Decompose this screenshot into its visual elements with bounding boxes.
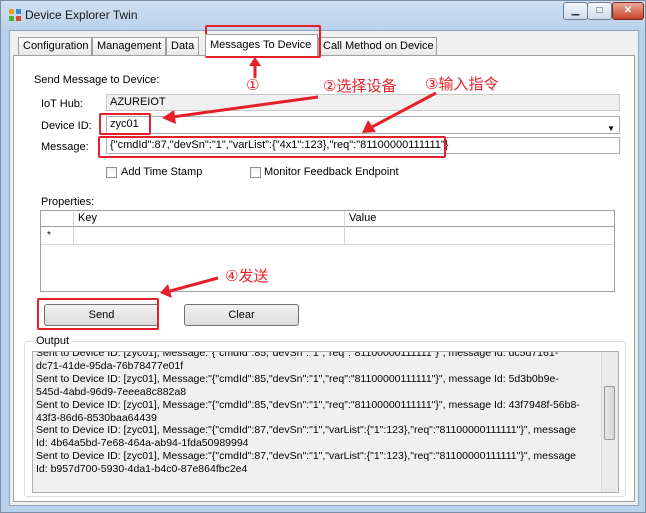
message-input[interactable]: {"cmdId":87,"devSn":"1","varList":{"4x1"… <box>106 137 620 154</box>
add-timestamp-checkbox[interactable] <box>106 167 117 178</box>
properties-grid[interactable]: Key Value * <box>40 210 615 292</box>
output-line: Sent to Device ID: [zyc01], Message:"{"c… <box>36 450 577 463</box>
iot-hub-label: IoT Hub: <box>41 98 83 110</box>
minimize-button[interactable]: ▁ <box>563 2 588 20</box>
scrollbar-thumb[interactable] <box>604 386 615 440</box>
new-row-marker: * <box>41 227 74 245</box>
tab-data[interactable]: Data <box>166 37 199 55</box>
tab-configuration[interactable]: Configuration <box>18 37 92 55</box>
output-log[interactable]: Sent to Device ID: [zyc01], Message:"{"c… <box>32 351 619 493</box>
clear-button[interactable]: Clear <box>184 304 299 326</box>
new-row-key-cell[interactable] <box>74 227 345 245</box>
column-header-value[interactable]: Value <box>345 211 614 227</box>
output-line: Sent to Device ID: [zyc01], Message:"{"c… <box>36 351 559 359</box>
close-button[interactable]: ✕ <box>612 2 644 20</box>
message-label: Message: <box>41 141 89 153</box>
device-id-label: Device ID: <box>41 120 92 132</box>
chevron-down-icon[interactable]: ▼ <box>607 121 615 133</box>
output-line: Sent to Device ID: [zyc01], Message:"{"c… <box>36 398 580 411</box>
app-icon <box>9 9 21 21</box>
maximize-button[interactable]: □ <box>587 2 612 20</box>
annotation-step4: ④发送 <box>225 267 269 285</box>
output-line: dc71-41de-95da-76b78477e01f <box>36 359 184 372</box>
output-line: Sent to Device ID: [zyc01], Message:"{"c… <box>36 372 559 385</box>
column-header-key[interactable]: Key <box>74 211 345 227</box>
client-area: Configuration Management Data Messages T… <box>9 30 639 506</box>
tab-call-method[interactable]: Call Method on Device <box>318 37 437 55</box>
output-line: Sent to Device ID: [zyc01], Message:"{"c… <box>36 424 577 437</box>
tab-management[interactable]: Management <box>92 37 166 55</box>
device-id-value: zyc01 <box>110 118 139 130</box>
annotation-step1: ① <box>246 76 260 94</box>
row-header-corner <box>41 211 74 227</box>
output-text: Sent to Device ID: [zyc01], Message:"{"c… <box>36 351 596 476</box>
iot-hub-field: AZUREIOT <box>106 94 620 111</box>
output-line: Id: 4b64a5bd-7e68-464a-ab94-1fda50989994 <box>36 437 249 450</box>
tab-messages-to-device[interactable]: Messages To Device <box>205 34 318 56</box>
monitor-feedback-checkbox[interactable] <box>250 167 261 178</box>
output-line: 43f3-86d6-8530baa64439 <box>36 411 157 424</box>
annotation-step2: ②选择设备 <box>323 77 397 95</box>
title-bar[interactable]: Device Explorer Twin ▁ □ ✕ <box>1 1 645 29</box>
section-title: Send Message to Device: <box>34 74 160 86</box>
annotation-step3: ③输入指令 <box>425 75 499 93</box>
messages-tab-panel: Send Message to Device: IoT Hub: AZUREIO… <box>13 55 635 502</box>
output-label: Output <box>34 335 72 347</box>
add-timestamp-label: Add Time Stamp <box>121 166 203 178</box>
new-row-value-cell[interactable] <box>345 227 614 245</box>
properties-label: Properties: <box>41 196 95 208</box>
output-line: 545d-4abd-96d9-7eeea8c882a8 <box>36 385 187 398</box>
send-button[interactable]: Send <box>44 304 159 326</box>
window-title: Device Explorer Twin <box>25 8 138 22</box>
output-scrollbar[interactable] <box>601 352 618 492</box>
monitor-feedback-label: Monitor Feedback Endpoint <box>264 166 399 178</box>
output-line: Id: b957d700-5930-4da1-b4c0-87e864fbc2e4 <box>36 463 248 476</box>
device-id-select[interactable]: zyc01 ▼ <box>106 116 620 134</box>
